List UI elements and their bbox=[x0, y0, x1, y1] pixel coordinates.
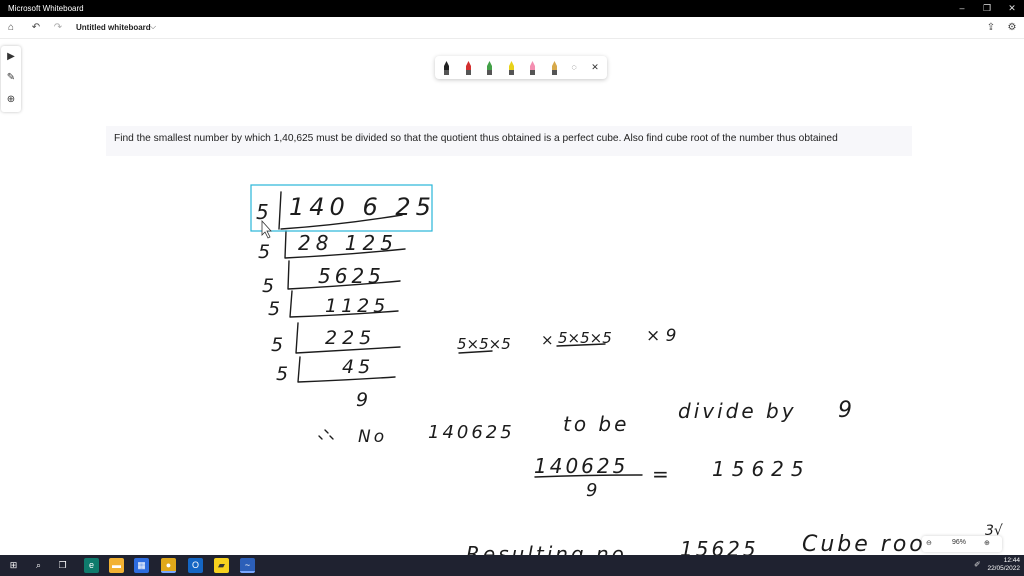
remainder: 9 bbox=[356, 389, 368, 411]
bottom-text: Resulting no bbox=[466, 542, 627, 555]
chevron-down-icon[interactable]: ⌵ bbox=[150, 22, 156, 32]
taskbar: ⊞ ⌕ ❐ e ▬ ▦ ● O ▰ ~ ✐ 12:44 22/05/2022 bbox=[0, 555, 1024, 576]
minimize-button[interactable]: – bbox=[955, 2, 969, 15]
clock-time: 12:44 bbox=[1003, 557, 1020, 564]
windows-start-icon[interactable]: ⊞ bbox=[6, 558, 21, 573]
outlook-icon[interactable]: O bbox=[188, 558, 203, 573]
zoom-in-icon[interactable]: ⊕ bbox=[984, 539, 990, 547]
task-view-icon[interactable]: ❐ bbox=[55, 558, 70, 573]
system-clock[interactable]: 12:44 22/05/2022 bbox=[987, 557, 1020, 573]
dividend: 140 6 25 bbox=[289, 193, 436, 221]
dividend: 5625 bbox=[318, 264, 385, 288]
chrome-icon[interactable]: ● bbox=[161, 558, 176, 573]
whiteboard-app-icon[interactable]: ~ bbox=[240, 558, 255, 573]
factor-sign: × bbox=[541, 331, 554, 349]
handwritten-text: 5 5 5 5 5 5 140 6 25 28 125 5625 1125 22… bbox=[256, 193, 1003, 555]
zoom-control: ⊖ 96% ⊕ bbox=[922, 536, 1002, 552]
factor-group: 5×5×5 bbox=[457, 335, 511, 353]
zoom-level: 96% bbox=[952, 539, 967, 546]
store-icon[interactable]: ▦ bbox=[134, 558, 149, 573]
share-icon[interactable]: ⇪ bbox=[984, 21, 998, 35]
redo-icon[interactable]: ↷ bbox=[51, 21, 65, 35]
close-window-button[interactable]: ✕ bbox=[1005, 2, 1019, 15]
window-title-bar: Microsoft Whiteboard – ❐ ✕ bbox=[0, 0, 1024, 17]
pen-tray-icon[interactable]: ✐ bbox=[974, 560, 981, 569]
sticky-notes-icon[interactable]: ▰ bbox=[214, 558, 229, 573]
whiteboard-title[interactable]: Untitled whiteboard bbox=[76, 23, 151, 32]
divisor: 5 bbox=[271, 334, 283, 356]
bottom-number: 15625 bbox=[680, 537, 759, 555]
divisor: 5 bbox=[276, 363, 288, 385]
therefore-dots bbox=[318, 429, 334, 440]
conclusion-word: No bbox=[358, 427, 387, 447]
clock-date: 22/05/2022 bbox=[987, 565, 1020, 572]
equals-sign: = bbox=[652, 462, 669, 486]
quotient: 15625 bbox=[712, 457, 811, 481]
fraction-denominator: 9 bbox=[586, 480, 597, 501]
divisor: 5 bbox=[262, 275, 274, 297]
conclusion-number: 140625 bbox=[428, 422, 515, 443]
bottom-text: Cube roo bbox=[802, 532, 926, 555]
conclusion-number: 9 bbox=[838, 398, 852, 423]
search-icon[interactable]: ⌕ bbox=[31, 558, 46, 573]
divisor: 5 bbox=[268, 298, 280, 320]
divisor: 5 bbox=[258, 241, 270, 263]
undo-icon[interactable]: ↶ bbox=[29, 21, 43, 35]
dividend: 28 125 bbox=[298, 231, 398, 255]
maximize-button[interactable]: ❐ bbox=[980, 2, 994, 15]
app-toolbar: ⌂ ↶ ↷ Untitled whiteboard ⌵ ⇪ ⚙ bbox=[0, 17, 1024, 39]
file-explorer-icon[interactable]: ▬ bbox=[109, 558, 124, 573]
gear-icon[interactable]: ⚙ bbox=[1005, 21, 1019, 35]
fraction-numerator: 140625 bbox=[534, 454, 628, 478]
conclusion-word: to be bbox=[563, 412, 629, 436]
factor-group: 5×5×5 bbox=[558, 329, 612, 347]
conclusion-word: divide by bbox=[678, 399, 797, 423]
divisor: 5 bbox=[256, 200, 269, 224]
dividend: 45 bbox=[342, 356, 374, 378]
dividend: 1125 bbox=[325, 295, 389, 317]
dividend: 225 bbox=[325, 327, 376, 349]
home-icon[interactable]: ⌂ bbox=[4, 21, 18, 35]
whiteboard-canvas[interactable]: 5 5 5 5 5 5 140 6 25 28 125 5625 1125 22… bbox=[0, 39, 1024, 555]
zoom-out-icon[interactable]: ⊖ bbox=[926, 539, 932, 547]
factor-nine: × 9 bbox=[646, 326, 676, 346]
window-title: Microsoft Whiteboard bbox=[8, 4, 84, 13]
edge-icon[interactable]: e bbox=[84, 558, 99, 573]
